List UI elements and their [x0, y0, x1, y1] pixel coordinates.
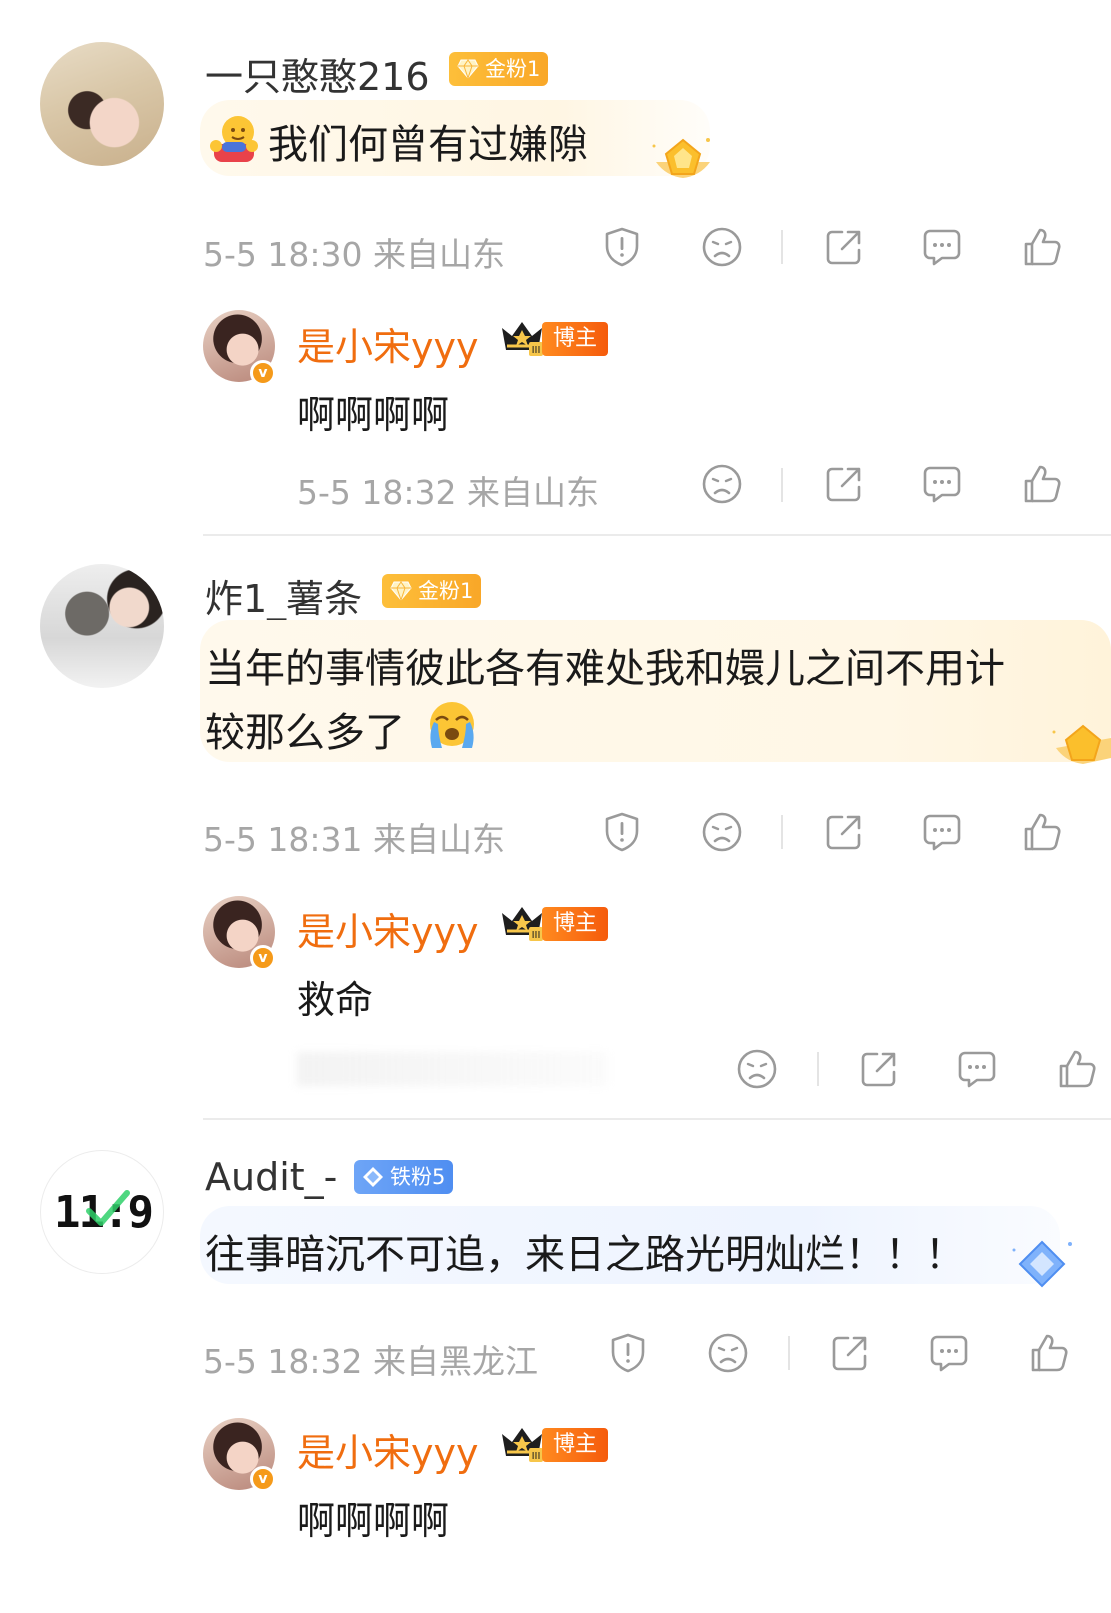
like-button[interactable]	[1020, 225, 1064, 269]
hug-emoji-icon	[208, 112, 260, 164]
comment-meta: 5-5 18:31 来自山东	[203, 820, 505, 859]
comment-icon	[920, 810, 964, 854]
avatar[interactable]	[40, 564, 164, 688]
divider	[788, 1336, 790, 1370]
username[interactable]: 炸1_薯条	[205, 568, 362, 623]
comment-text: 我们何曾有过嫌隙	[268, 122, 588, 168]
avatar[interactable]	[40, 42, 164, 166]
blogger-username[interactable]: 是小宋yyy	[297, 901, 478, 956]
comment-text: 往事暗沉不可追，来日之路光明灿烂！！！	[205, 1232, 965, 1278]
comment-text-line1: 当年的事情彼此各有难处我和嬛儿之间不用计	[205, 646, 1005, 692]
check-icon	[86, 1190, 130, 1226]
verified-badge-icon: v	[250, 1466, 276, 1492]
share-button[interactable]	[822, 225, 866, 269]
comment-meta: 5-5 18:30 来自山东	[203, 235, 505, 274]
like-thumb-icon	[1027, 1331, 1071, 1375]
crying-emoji-icon	[424, 698, 480, 750]
comment-icon	[920, 225, 964, 269]
report-button[interactable]	[600, 225, 644, 269]
shield-report-icon	[606, 1331, 650, 1375]
like-thumb-icon	[1020, 810, 1064, 854]
dislike-button[interactable]	[700, 462, 744, 506]
comment-icon	[920, 462, 964, 506]
gold-gem-icon	[457, 58, 479, 80]
divider	[781, 815, 783, 849]
crown-icon	[498, 1422, 546, 1464]
dislike-button[interactable]	[735, 1047, 779, 1091]
share-icon	[857, 1047, 901, 1091]
fan-badge-label: 铁粉5	[390, 1165, 446, 1189]
report-button[interactable]	[600, 810, 644, 854]
share-icon	[822, 462, 866, 506]
blogger-username[interactable]: 是小宋yyy	[297, 1422, 478, 1477]
share-button[interactable]	[857, 1047, 901, 1091]
like-button[interactable]	[1020, 462, 1064, 506]
dislike-face-icon	[735, 1047, 779, 1091]
divider	[817, 1052, 819, 1086]
like-thumb-icon	[1020, 225, 1064, 269]
fan-badge[interactable]: 铁粉5	[354, 1160, 454, 1194]
like-button[interactable]	[1020, 810, 1064, 854]
share-icon	[822, 810, 866, 854]
comment-text-line2: 较那么多了	[205, 710, 405, 756]
share-button[interactable]	[822, 810, 866, 854]
dislike-button[interactable]	[706, 1331, 750, 1375]
avatar[interactable]: 11:9	[40, 1150, 164, 1274]
fan-badge-label: 金粉1	[418, 579, 474, 603]
comment-meta: 5-5 18:32 来自黑龙江	[203, 1342, 538, 1381]
reply-button[interactable]	[920, 225, 964, 269]
comment-icon	[927, 1331, 971, 1375]
divider	[781, 230, 783, 264]
share-icon	[828, 1331, 872, 1375]
fan-badge[interactable]: 金粉1	[382, 574, 482, 608]
verified-badge-icon: v	[250, 945, 276, 971]
like-button[interactable]	[1027, 1331, 1071, 1375]
dislike-button[interactable]	[700, 225, 744, 269]
crown-icon	[498, 316, 546, 358]
reply-text: 啊啊啊啊	[297, 1499, 450, 1543]
gold-medal-decoration-icon	[1048, 718, 1111, 774]
fan-badge-label: 金粉1	[485, 57, 541, 81]
comment-icon	[955, 1047, 999, 1091]
share-icon	[822, 225, 866, 269]
gold-medal-decoration-icon	[648, 132, 718, 188]
reply-meta: 5-5 18:32 来自山东	[297, 473, 599, 512]
reply-text: 救命	[297, 978, 374, 1022]
separator	[203, 1118, 1111, 1120]
dislike-face-icon	[706, 1331, 750, 1375]
shield-report-icon	[600, 810, 644, 854]
share-button[interactable]	[822, 462, 866, 506]
divider	[781, 468, 783, 502]
reply-button[interactable]	[920, 810, 964, 854]
gold-gem-icon	[390, 580, 412, 602]
blogger-username[interactable]: 是小宋yyy	[297, 316, 478, 371]
reply-text: 啊啊啊啊	[297, 393, 450, 437]
share-button[interactable]	[828, 1331, 872, 1375]
fan-badge[interactable]: 金粉1	[449, 52, 549, 86]
reply-button[interactable]	[920, 462, 964, 506]
dislike-button[interactable]	[700, 810, 744, 854]
dislike-face-icon	[700, 225, 744, 269]
dislike-face-icon	[700, 810, 744, 854]
dislike-face-icon	[700, 462, 744, 506]
diamond-icon	[362, 1166, 384, 1188]
separator	[203, 534, 1111, 536]
blogger-tag: 博主	[542, 322, 608, 356]
reply-button[interactable]	[955, 1047, 999, 1091]
like-thumb-icon	[1055, 1047, 1099, 1091]
report-button[interactable]	[606, 1331, 650, 1375]
blogger-tag: 博主	[542, 907, 608, 941]
reply-button[interactable]	[927, 1331, 971, 1375]
blurred-meta	[297, 1052, 607, 1086]
like-button[interactable]	[1055, 1047, 1099, 1091]
username[interactable]: 一只憨憨216	[205, 46, 430, 101]
username[interactable]: Audit_-	[205, 1155, 337, 1199]
crown-icon	[498, 901, 546, 943]
verified-badge-icon: v	[250, 360, 276, 386]
like-thumb-icon	[1020, 462, 1064, 506]
blogger-tag: 博主	[542, 1428, 608, 1462]
blue-diamond-decoration-icon	[1008, 1236, 1078, 1294]
shield-report-icon	[600, 225, 644, 269]
